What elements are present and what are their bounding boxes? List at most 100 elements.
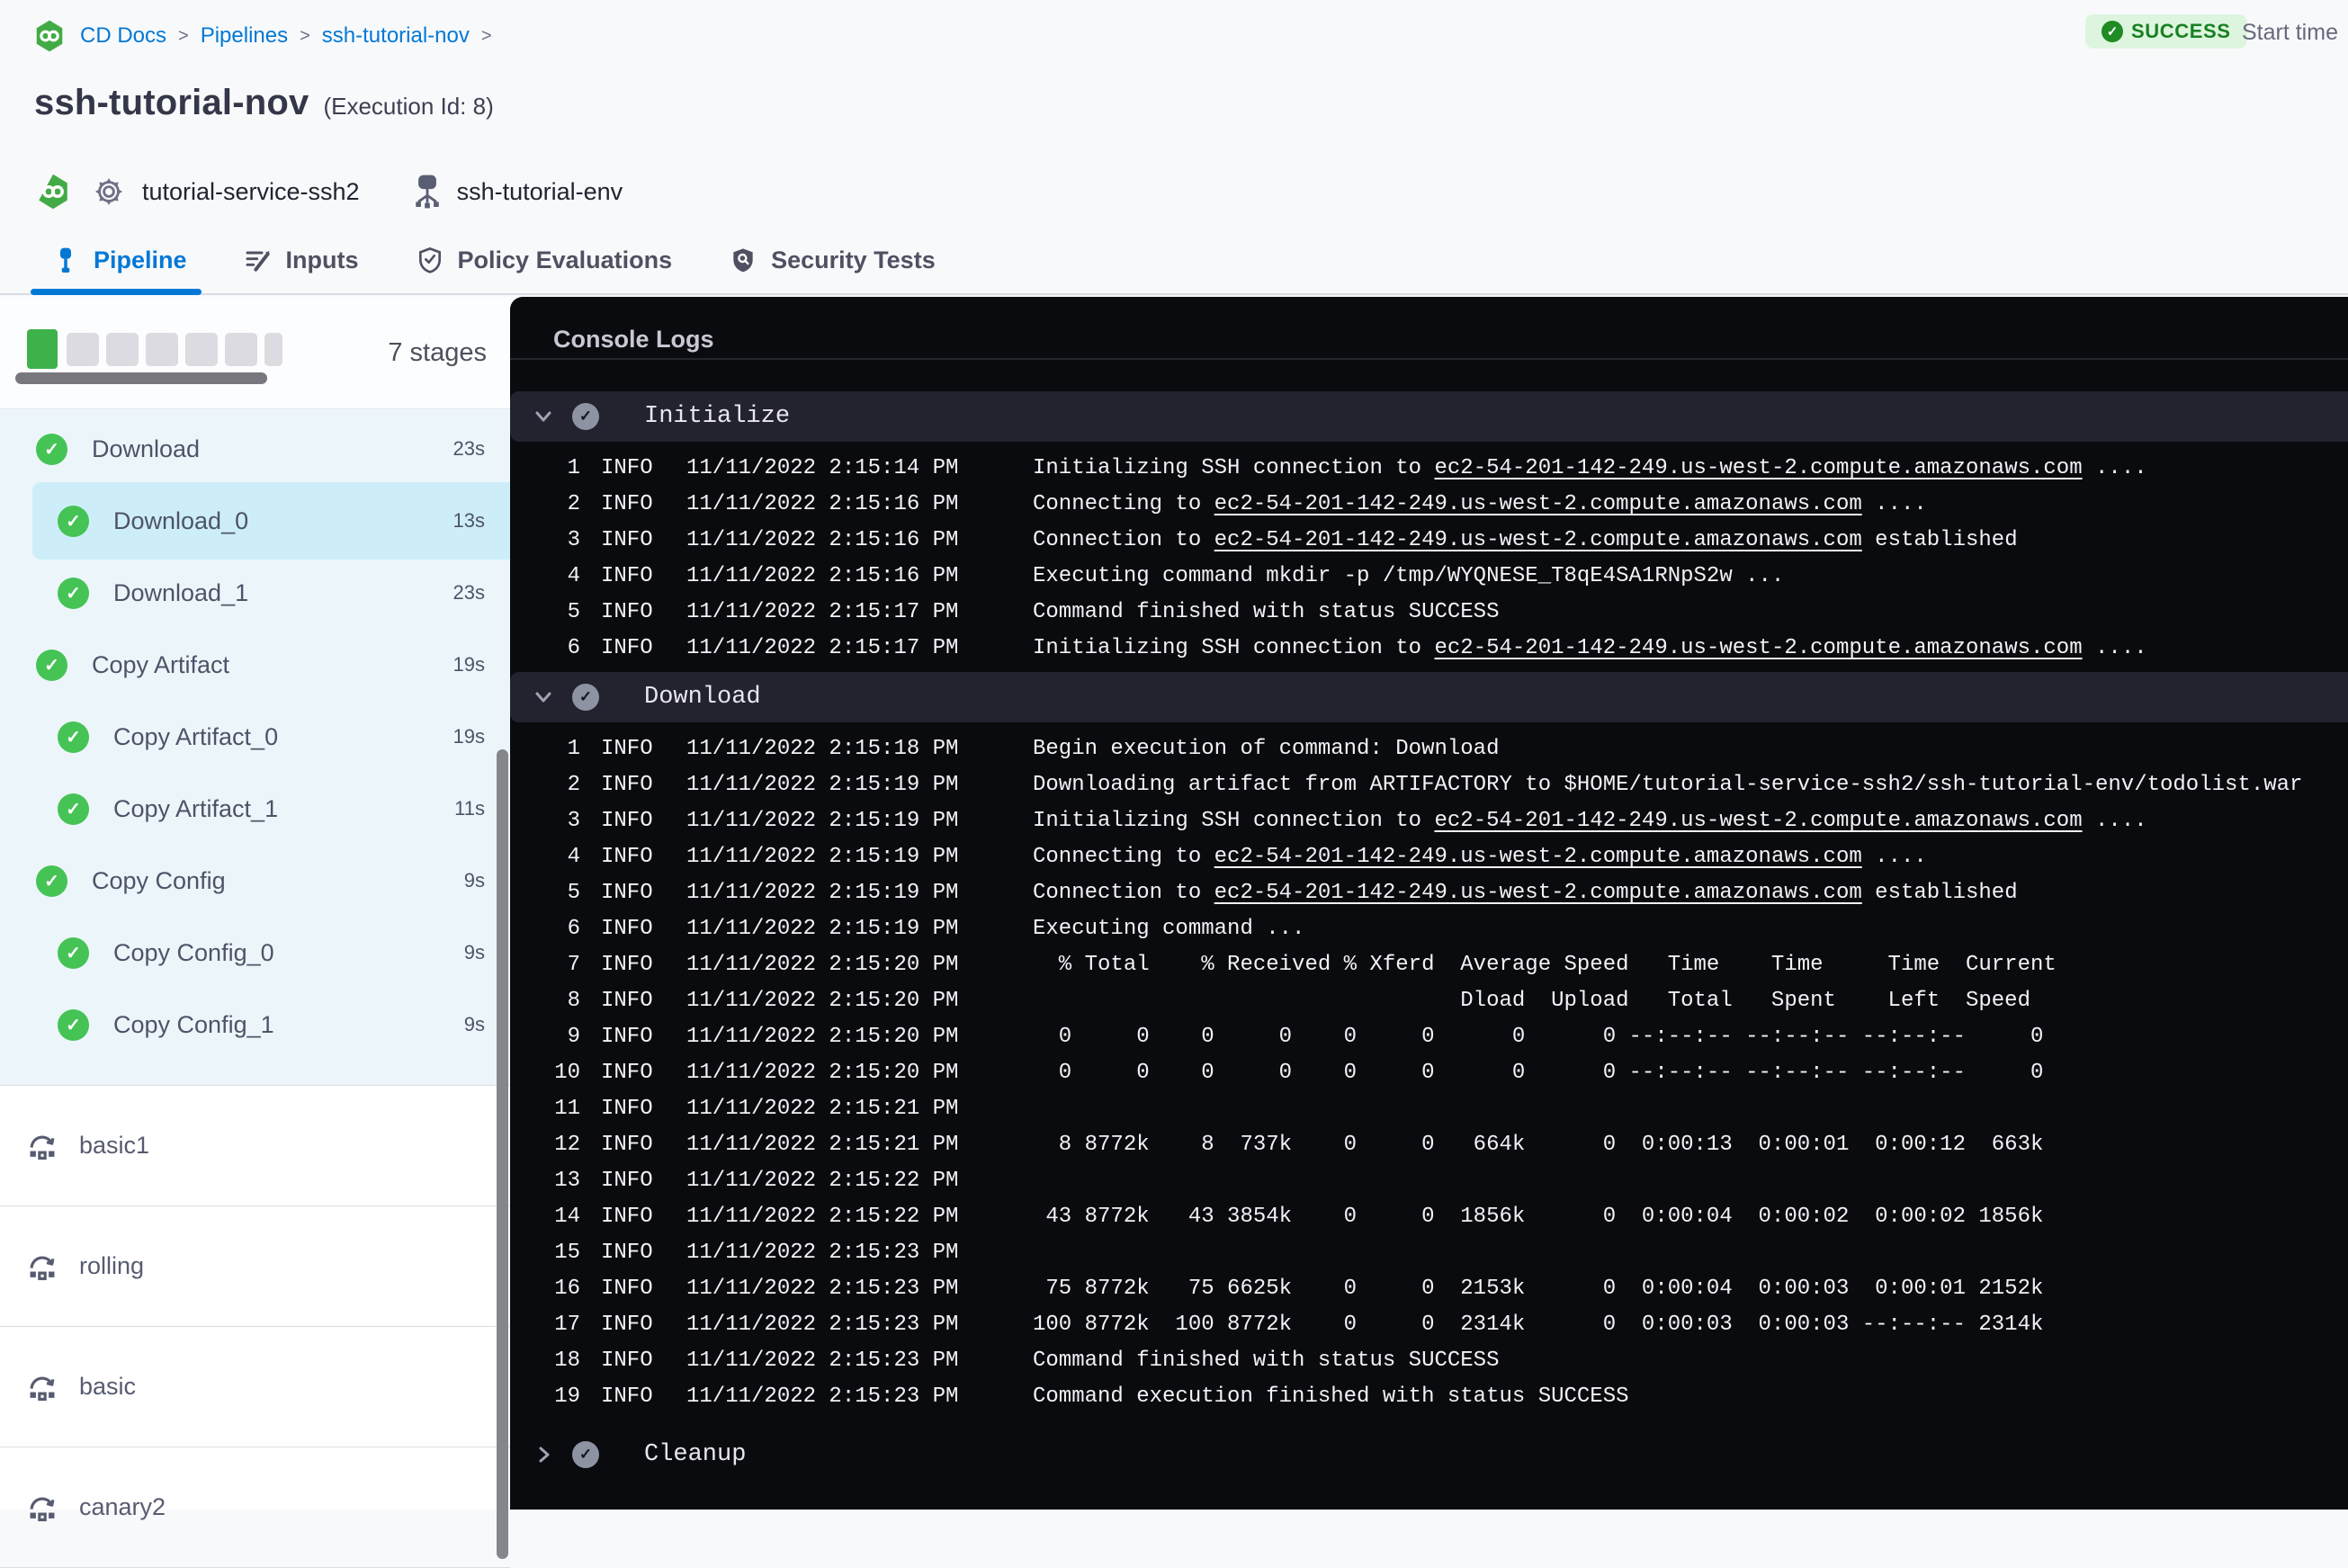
status-badge: ✓ SUCCESS bbox=[2085, 14, 2247, 49]
log-message: Initializing SSH connection to ec2-54-20… bbox=[1033, 636, 2147, 660]
stage-row-download-0[interactable]: ✓ Download_0 13s bbox=[0, 482, 510, 560]
stage-success-check-icon: ✓ bbox=[58, 577, 89, 609]
log-line: 11 INFO 11/11/2022 2:15:21 PM bbox=[510, 1091, 2348, 1127]
rollback-icon bbox=[25, 1491, 59, 1525]
stage-row-copy-config-1[interactable]: ✓ Copy Config_1 9s bbox=[0, 989, 510, 1061]
chevron-down-icon[interactable] bbox=[533, 686, 554, 708]
log-timestamp: 11/11/2022 2:15:17 PM bbox=[686, 636, 959, 660]
log-level: INFO bbox=[601, 845, 653, 869]
log-level: INFO bbox=[601, 456, 653, 480]
stage-progress-segment bbox=[146, 333, 178, 366]
rollback-stage-row-canary2[interactable]: canary2 bbox=[0, 1447, 510, 1568]
log-timestamp: 11/11/2022 2:15:14 PM bbox=[686, 456, 959, 480]
log-line-number: 6 bbox=[567, 917, 580, 941]
log-line: 17 INFO 11/11/2022 2:15:23 PM 100 8772k … bbox=[510, 1307, 2348, 1343]
chevron-right-icon[interactable] bbox=[533, 1444, 554, 1465]
console-logs-panel: Console Logs ✓ Initialize 1 INFO 11/11/2… bbox=[510, 297, 2348, 1510]
rollback-stage-name: basic1 bbox=[79, 1132, 150, 1159]
log-line: 9 INFO 11/11/2022 2:15:20 PM 0 0 0 0 0 0… bbox=[510, 1019, 2348, 1055]
log-section-title: Download bbox=[644, 684, 761, 711]
stage-name: Copy Artifact_1 bbox=[113, 794, 279, 822]
service-name[interactable]: tutorial-service-ssh2 bbox=[142, 178, 360, 206]
tab-security-tests[interactable]: Security Tests bbox=[728, 227, 936, 293]
log-level: INFO bbox=[601, 528, 653, 552]
tab-pipeline[interactable]: Pipeline bbox=[31, 227, 202, 295]
service-row: tutorial-service-ssh2 ssh-tutorial-env bbox=[34, 173, 623, 211]
log-level: INFO bbox=[601, 773, 653, 797]
stage-row-download[interactable]: ✓ Download 23s bbox=[0, 413, 510, 485]
log-line: 10 INFO 11/11/2022 2:15:20 PM 0 0 0 0 0 … bbox=[510, 1055, 2348, 1091]
log-level: INFO bbox=[601, 1205, 653, 1229]
rollback-stage-row-basic[interactable]: basic bbox=[0, 1327, 510, 1447]
rollback-stage-row-basic1[interactable]: basic1 bbox=[0, 1086, 510, 1206]
log-line-number: 11 bbox=[554, 1097, 580, 1121]
log-section-title: Initialize bbox=[644, 403, 791, 430]
log-line-number: 13 bbox=[554, 1169, 580, 1193]
sidebar-scrollbar-thumb[interactable] bbox=[497, 749, 508, 1559]
log-section: ✓ Cleanup bbox=[510, 1429, 2348, 1480]
stage-progress-segment bbox=[106, 333, 139, 366]
stage-success-check-icon: ✓ bbox=[36, 865, 67, 897]
log-line-number: 4 bbox=[567, 845, 580, 869]
log-level: INFO bbox=[601, 564, 653, 588]
log-message: Executing command mkdir -p /tmp/WYQNESE_… bbox=[1033, 564, 1785, 588]
breadcrumb: CD Docs > Pipelines > ssh-tutorial-nov > bbox=[32, 18, 492, 54]
log-level: INFO bbox=[601, 1169, 653, 1193]
stage-row-copy-artifact-0[interactable]: ✓ Copy Artifact_0 19s bbox=[0, 701, 510, 773]
log-line-number: 2 bbox=[567, 492, 580, 516]
log-message: Command execution finished with status S… bbox=[1033, 1384, 1629, 1409]
start-time-label: Start time bbox=[2242, 20, 2338, 45]
status-label: SUCCESS bbox=[2131, 20, 2231, 42]
log-timestamp: 11/11/2022 2:15:22 PM bbox=[686, 1205, 959, 1229]
log-message: Connection to ec2-54-201-142-249.us-west… bbox=[1033, 528, 2018, 552]
log-line: 16 INFO 11/11/2022 2:15:23 PM 75 8772k 7… bbox=[510, 1271, 2348, 1307]
log-line: 2 INFO 11/11/2022 2:15:16 PM Connecting … bbox=[510, 487, 2348, 523]
stage-row-copy-artifact-1[interactable]: ✓ Copy Artifact_1 11s bbox=[0, 773, 510, 845]
stage-row-copy-artifact[interactable]: ✓ Copy Artifact 19s bbox=[0, 629, 510, 701]
environment-icon bbox=[412, 174, 444, 210]
log-line-number: 16 bbox=[554, 1277, 580, 1301]
log-line: 18 INFO 11/11/2022 2:15:23 PM Command fi… bbox=[510, 1343, 2348, 1379]
stage-name: Copy Config_1 bbox=[113, 1010, 274, 1038]
environment-name[interactable]: ssh-tutorial-env bbox=[457, 178, 623, 206]
log-line: 6 INFO 11/11/2022 2:15:17 PM Initializin… bbox=[510, 631, 2348, 667]
rollback-icon bbox=[25, 1370, 59, 1404]
log-section-header-download[interactable]: ✓ Download bbox=[510, 672, 2348, 722]
breadcrumb-pipeline-name[interactable]: ssh-tutorial-nov bbox=[322, 23, 470, 49]
rollback-stage-name: rolling bbox=[79, 1252, 145, 1279]
stage-row-copy-config[interactable]: ✓ Copy Config 9s bbox=[0, 845, 510, 917]
stage-progress-scrollbar[interactable] bbox=[15, 372, 267, 384]
stage-duration: 23s bbox=[453, 581, 485, 604]
stage-row-copy-config-0[interactable]: ✓ Copy Config_0 9s bbox=[0, 917, 510, 989]
stage-success-check-icon: ✓ bbox=[58, 505, 89, 537]
log-section-header-cleanup[interactable]: ✓ Cleanup bbox=[510, 1429, 2348, 1480]
log-message: 0 0 0 0 0 0 0 0 --:--:-- --:--:-- --:--:… bbox=[1033, 1025, 2044, 1049]
log-line: 1 INFO 11/11/2022 2:15:14 PM Initializin… bbox=[510, 451, 2348, 487]
tab-policy-evaluations[interactable]: Policy Evaluations bbox=[415, 227, 672, 293]
rollback-stage-row-rolling[interactable]: rolling bbox=[0, 1206, 510, 1327]
log-timestamp: 11/11/2022 2:15:16 PM bbox=[686, 528, 959, 552]
stage-list: ✓ Download 23s ✓ Download_0 13s ✓ Downlo… bbox=[0, 408, 510, 1085]
breadcrumb-pipelines[interactable]: Pipelines bbox=[201, 23, 288, 49]
log-line-number: 12 bbox=[554, 1133, 580, 1157]
chevron-down-icon[interactable] bbox=[533, 406, 554, 427]
stage-row-download-1[interactable]: ✓ Download_1 23s bbox=[0, 557, 510, 629]
tab-inputs[interactable]: Inputs bbox=[243, 227, 359, 293]
log-section-header-initialize[interactable]: ✓ Initialize bbox=[510, 391, 2348, 442]
log-line-number: 2 bbox=[567, 773, 580, 797]
log-line: 5 INFO 11/11/2022 2:15:17 PM Command fin… bbox=[510, 595, 2348, 631]
log-line: 13 INFO 11/11/2022 2:15:22 PM bbox=[510, 1163, 2348, 1199]
log-message: Command finished with status SUCCESS bbox=[1033, 1348, 1500, 1373]
log-line: 14 INFO 11/11/2022 2:15:22 PM 43 8772k 4… bbox=[510, 1199, 2348, 1235]
rollback-stage-name: canary2 bbox=[79, 1493, 166, 1520]
stage-duration: 19s bbox=[453, 653, 485, 676]
log-level: INFO bbox=[601, 1384, 653, 1409]
log-timestamp: 11/11/2022 2:15:19 PM bbox=[686, 809, 959, 833]
log-timestamp: 11/11/2022 2:15:19 PM bbox=[686, 917, 959, 941]
stage-progress-segment bbox=[27, 329, 58, 369]
log-line-number: 10 bbox=[554, 1061, 580, 1085]
breadcrumb-cd-docs[interactable]: CD Docs bbox=[80, 23, 166, 49]
stage-duration: 9s bbox=[463, 1013, 485, 1035]
log-line-number: 5 bbox=[567, 881, 580, 905]
log-lines: 1 INFO 11/11/2022 2:15:18 PM Begin execu… bbox=[510, 731, 2348, 1415]
